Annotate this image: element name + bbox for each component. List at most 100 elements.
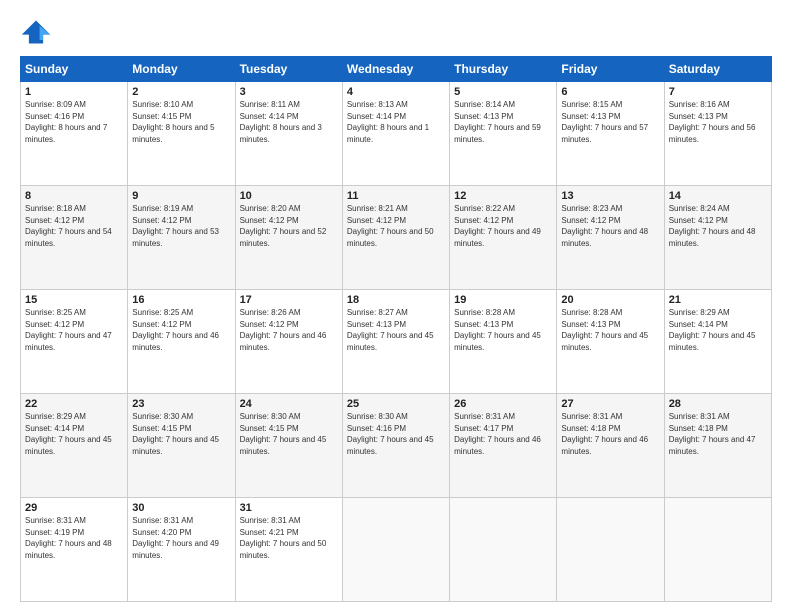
calendar-cell: 21Sunrise: 8:29 AMSunset: 4:14 PMDayligh… xyxy=(664,290,771,394)
day-info: Sunrise: 8:27 AMSunset: 4:13 PMDaylight:… xyxy=(347,308,434,352)
day-info: Sunrise: 8:19 AMSunset: 4:12 PMDaylight:… xyxy=(132,204,219,248)
day-info: Sunrise: 8:25 AMSunset: 4:12 PMDaylight:… xyxy=(132,308,219,352)
calendar-cell: 31Sunrise: 8:31 AMSunset: 4:21 PMDayligh… xyxy=(235,498,342,602)
calendar-cell: 28 Sunrise: 8:31 AMSunset: 4:18 PMDayligh… xyxy=(664,394,771,498)
day-number: 7 xyxy=(669,86,767,98)
calendar-cell: 11Sunrise: 8:21 AMSunset: 4:12 PMDayligh… xyxy=(342,186,449,290)
calendar-header-row: SundayMondayTuesdayWednesdayThursdayFrid… xyxy=(21,57,772,82)
day-info: Sunrise: 8:28 AMSunset: 4:13 PMDaylight:… xyxy=(454,308,541,352)
calendar-cell: 2 Sunrise: 8:10 AMSunset: 4:15 PMDaylight… xyxy=(128,82,235,186)
calendar-cell: 3 Sunrise: 8:11 AMSunset: 4:14 PMDaylight… xyxy=(235,82,342,186)
day-info: Sunrise: 8:30 AMSunset: 4:15 PMDaylight:… xyxy=(132,412,219,456)
day-number: 8 xyxy=(25,190,123,202)
calendar-cell: 10Sunrise: 8:20 AMSunset: 4:12 PMDayligh… xyxy=(235,186,342,290)
calendar-cell: 18 Sunrise: 8:27 AMSunset: 4:13 PMDayligh… xyxy=(342,290,449,394)
day-header-friday: Friday xyxy=(557,57,664,82)
day-number: 14 xyxy=(669,190,767,202)
day-info: Sunrise: 8:13 AMSunset: 4:14 PMDaylight:… xyxy=(347,100,429,144)
day-info: Sunrise: 8:30 AMSunset: 4:15 PMDaylight:… xyxy=(240,412,327,456)
calendar-cell: 1Sunrise: 8:09 AMSunset: 4:16 PMDaylight… xyxy=(21,82,128,186)
day-number: 15 xyxy=(25,294,123,306)
calendar-cell: 30 Sunrise: 8:31 AMSunset: 4:20 PMDayligh… xyxy=(128,498,235,602)
day-header-monday: Monday xyxy=(128,57,235,82)
calendar-cell: 23Sunrise: 8:30 AMSunset: 4:15 PMDayligh… xyxy=(128,394,235,498)
day-info: Sunrise: 8:31 AMSunset: 4:17 PMDaylight:… xyxy=(454,412,541,456)
day-number: 26 xyxy=(454,398,552,410)
day-info: Sunrise: 8:22 AMSunset: 4:12 PMDaylight:… xyxy=(454,204,541,248)
day-number: 28 xyxy=(669,398,767,410)
calendar-cell: 9 Sunrise: 8:19 AMSunset: 4:12 PMDaylight… xyxy=(128,186,235,290)
day-info: Sunrise: 8:15 AMSunset: 4:13 PMDaylight:… xyxy=(561,100,648,144)
day-number: 17 xyxy=(240,294,338,306)
day-number: 3 xyxy=(240,86,338,98)
calendar-cell xyxy=(450,498,557,602)
calendar-body: 1Sunrise: 8:09 AMSunset: 4:16 PMDaylight… xyxy=(21,82,772,602)
calendar-table: SundayMondayTuesdayWednesdayThursdayFrid… xyxy=(20,56,772,602)
day-info: Sunrise: 8:26 AMSunset: 4:12 PMDaylight:… xyxy=(240,308,327,352)
calendar-cell xyxy=(342,498,449,602)
day-number: 9 xyxy=(132,190,230,202)
calendar-cell: 6Sunrise: 8:15 AMSunset: 4:13 PMDaylight… xyxy=(557,82,664,186)
calendar-cell: 12 Sunrise: 8:22 AMSunset: 4:12 PMDayligh… xyxy=(450,186,557,290)
day-info: Sunrise: 8:10 AMSunset: 4:15 PMDaylight:… xyxy=(132,100,214,144)
day-number: 20 xyxy=(561,294,659,306)
calendar-cell: 16 Sunrise: 8:25 AMSunset: 4:12 PMDayligh… xyxy=(128,290,235,394)
day-number: 2 xyxy=(132,86,230,98)
day-info: Sunrise: 8:23 AMSunset: 4:12 PMDaylight:… xyxy=(561,204,648,248)
day-header-tuesday: Tuesday xyxy=(235,57,342,82)
calendar-cell xyxy=(664,498,771,602)
day-info: Sunrise: 8:18 AMSunset: 4:12 PMDaylight:… xyxy=(25,204,112,248)
day-info: Sunrise: 8:31 AMSunset: 4:21 PMDaylight:… xyxy=(240,516,327,560)
calendar-week-row: 1Sunrise: 8:09 AMSunset: 4:16 PMDaylight… xyxy=(21,82,772,186)
day-number: 1 xyxy=(25,86,123,98)
day-number: 19 xyxy=(454,294,552,306)
calendar-cell: 24Sunrise: 8:30 AMSunset: 4:15 PMDayligh… xyxy=(235,394,342,498)
calendar-week-row: 15 Sunrise: 8:25 AMSunset: 4:12 PMDayligh… xyxy=(21,290,772,394)
day-info: Sunrise: 8:31 AMSunset: 4:18 PMDaylight:… xyxy=(669,412,756,456)
day-number: 29 xyxy=(25,502,123,514)
day-info: Sunrise: 8:31 AMSunset: 4:20 PMDaylight:… xyxy=(132,516,219,560)
calendar-cell: 27 Sunrise: 8:31 AMSunset: 4:18 PMDayligh… xyxy=(557,394,664,498)
day-number: 10 xyxy=(240,190,338,202)
day-info: Sunrise: 8:29 AMSunset: 4:14 PMDaylight:… xyxy=(25,412,112,456)
calendar-cell: 7 Sunrise: 8:16 AMSunset: 4:13 PMDaylight… xyxy=(664,82,771,186)
calendar-cell: 14 Sunrise: 8:24 AMSunset: 4:12 PMDayligh… xyxy=(664,186,771,290)
calendar-cell: 22 Sunrise: 8:29 AMSunset: 4:14 PMDayligh… xyxy=(21,394,128,498)
day-info: Sunrise: 8:31 AMSunset: 4:19 PMDaylight:… xyxy=(25,516,112,560)
day-number: 30 xyxy=(132,502,230,514)
calendar-cell xyxy=(557,498,664,602)
calendar-week-row: 22 Sunrise: 8:29 AMSunset: 4:14 PMDayligh… xyxy=(21,394,772,498)
day-number: 25 xyxy=(347,398,445,410)
day-info: Sunrise: 8:14 AMSunset: 4:13 PMDaylight:… xyxy=(454,100,541,144)
day-info: Sunrise: 8:16 AMSunset: 4:13 PMDaylight:… xyxy=(669,100,756,144)
calendar-cell: 19 Sunrise: 8:28 AMSunset: 4:13 PMDayligh… xyxy=(450,290,557,394)
page: SundayMondayTuesdayWednesdayThursdayFrid… xyxy=(0,0,792,612)
header xyxy=(20,18,772,46)
day-number: 13 xyxy=(561,190,659,202)
day-number: 16 xyxy=(132,294,230,306)
day-number: 12 xyxy=(454,190,552,202)
calendar-cell: 17 Sunrise: 8:26 AMSunset: 4:12 PMDayligh… xyxy=(235,290,342,394)
day-info: Sunrise: 8:25 AMSunset: 4:12 PMDaylight:… xyxy=(25,308,112,352)
calendar-cell: 25 Sunrise: 8:30 AMSunset: 4:16 PMDayligh… xyxy=(342,394,449,498)
day-info: Sunrise: 8:11 AMSunset: 4:14 PMDaylight:… xyxy=(240,100,322,144)
day-number: 4 xyxy=(347,86,445,98)
day-info: Sunrise: 8:28 AMSunset: 4:13 PMDaylight:… xyxy=(561,308,648,352)
logo xyxy=(20,18,56,46)
day-info: Sunrise: 8:30 AMSunset: 4:16 PMDaylight:… xyxy=(347,412,434,456)
day-header-saturday: Saturday xyxy=(664,57,771,82)
calendar-cell: 13 Sunrise: 8:23 AMSunset: 4:12 PMDayligh… xyxy=(557,186,664,290)
day-info: Sunrise: 8:31 AMSunset: 4:18 PMDaylight:… xyxy=(561,412,648,456)
day-number: 22 xyxy=(25,398,123,410)
calendar-cell: 29 Sunrise: 8:31 AMSunset: 4:19 PMDayligh… xyxy=(21,498,128,602)
day-number: 11 xyxy=(347,190,445,202)
day-info: Sunrise: 8:24 AMSunset: 4:12 PMDaylight:… xyxy=(669,204,756,248)
calendar-cell: 8 Sunrise: 8:18 AMSunset: 4:12 PMDaylight… xyxy=(21,186,128,290)
day-header-sunday: Sunday xyxy=(21,57,128,82)
day-number: 21 xyxy=(669,294,767,306)
day-number: 5 xyxy=(454,86,552,98)
day-number: 18 xyxy=(347,294,445,306)
logo-icon xyxy=(20,18,52,46)
calendar-week-row: 29 Sunrise: 8:31 AMSunset: 4:19 PMDayligh… xyxy=(21,498,772,602)
day-number: 27 xyxy=(561,398,659,410)
